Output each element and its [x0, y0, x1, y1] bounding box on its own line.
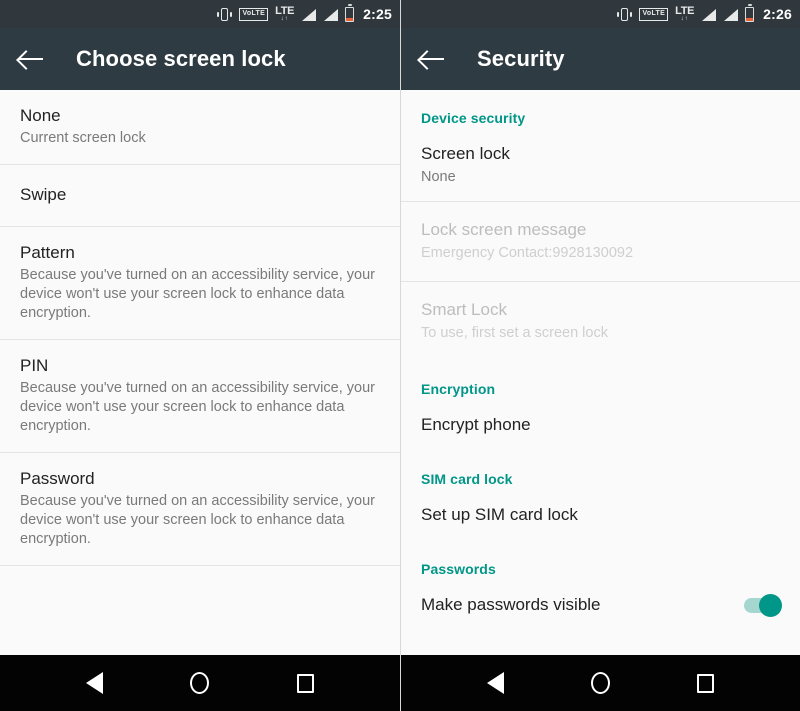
lock-option-swipe[interactable]: Swipe [0, 165, 400, 227]
page-title: Security [477, 46, 565, 71]
pref-encrypt-phone[interactable]: Encrypt phone [401, 405, 800, 451]
lock-option-subtitle: Because you've turned on an accessibilit… [20, 380, 375, 434]
lock-option-subtitle: Because you've turned on an accessibilit… [20, 493, 375, 547]
lock-option-title: Pattern [20, 243, 75, 262]
toggle-knob [759, 593, 782, 617]
left-status-bar: VoLTE LTE ↓↑ 2:25 [0, 0, 400, 28]
right-phone-screen: VoLTE LTE ↓↑ 2:26 Security Device securi… [400, 0, 800, 711]
right-status-icons: VoLTE LTE ↓↑ [617, 6, 755, 23]
vibrate-icon [217, 7, 233, 22]
status-bar-clock: 2:25 [363, 6, 392, 22]
lte-icon: LTE ↓↑ [275, 6, 294, 23]
signal-icon-sim1 [701, 8, 717, 21]
lte-data-arrows: ↓↑ [280, 16, 289, 22]
lock-option-pin[interactable]: PIN Because you've turned on an accessib… [0, 340, 400, 453]
nav-home-button[interactable] [579, 661, 623, 705]
lock-option-password[interactable]: Password Because you've turned on an acc… [0, 453, 400, 566]
lte-data-arrows: ↓↑ [680, 16, 689, 22]
pref-title: Set up SIM card lock [421, 505, 578, 524]
left-navigation-bar [0, 655, 400, 711]
volte-icon: VoLTE [639, 7, 669, 21]
battery-icon [745, 6, 755, 22]
signal-icon-sim2 [323, 8, 339, 21]
lock-option-title: PIN [20, 356, 49, 375]
nav-recents-button[interactable] [684, 661, 728, 705]
pref-title: Make passwords visible [421, 595, 601, 614]
pref-title: Smart Lock [421, 300, 507, 319]
pref-set-up-sim-card-lock[interactable]: Set up SIM card lock [401, 495, 800, 541]
back-triangle-icon [86, 672, 104, 694]
right-status-bar: VoLTE LTE ↓↑ 2:26 [401, 0, 800, 28]
pref-summary: Emergency Contact:9928130092 [421, 245, 634, 261]
nav-recents-button[interactable] [283, 661, 327, 705]
lock-option-title: Swipe [20, 185, 67, 204]
lock-option-none[interactable]: None Current screen lock [0, 90, 400, 165]
left-phone-screen: VoLTE LTE ↓↑ 2:25 Choose screen lock Non… [0, 0, 400, 711]
status-bar-clock: 2:26 [763, 6, 792, 22]
pref-summary: To use, first set a screen lock [421, 325, 608, 341]
section-header-encryption: Encryption [421, 381, 496, 397]
right-app-bar: Security [401, 28, 800, 90]
volte-icon: VoLTE [239, 7, 269, 21]
back-arrow-icon[interactable] [18, 46, 44, 72]
make-passwords-visible-toggle[interactable] [744, 593, 782, 617]
signal-icon-sim1 [301, 8, 317, 21]
nav-back-button[interactable] [73, 661, 117, 705]
page-title: Choose screen lock [76, 46, 286, 71]
home-circle-icon [190, 672, 210, 694]
security-settings-list: Device security Screen lock None Lock sc… [401, 90, 800, 655]
lock-option-title: None [20, 106, 61, 125]
pref-make-passwords-visible[interactable]: Make passwords visible [401, 585, 800, 631]
choose-screen-lock-list: None Current screen lock Swipe Pattern B… [0, 90, 400, 655]
signal-icon-sim2 [723, 8, 739, 21]
lte-icon: LTE ↓↑ [675, 6, 694, 23]
left-status-icons: VoLTE LTE ↓↑ [217, 6, 355, 23]
pref-summary: None [421, 169, 456, 185]
lock-option-title: Password [20, 469, 95, 488]
pref-smart-lock[interactable]: Smart Lock To use, first set a screen lo… [401, 282, 800, 361]
lock-option-pattern[interactable]: Pattern Because you've turned on an acce… [0, 227, 400, 340]
section-header-device-security: Device security [421, 110, 526, 126]
nav-back-button[interactable] [474, 661, 518, 705]
recents-square-icon [296, 673, 314, 693]
lock-option-subtitle: Because you've turned on an accessibilit… [20, 267, 375, 321]
section-header-passwords: Passwords [421, 561, 496, 577]
pref-title: Lock screen message [421, 220, 587, 239]
back-arrow-icon[interactable] [419, 46, 445, 72]
pref-title: Encrypt phone [421, 415, 531, 434]
back-triangle-icon [487, 672, 504, 694]
section-header-sim-card-lock: SIM card lock [421, 471, 513, 487]
vibrate-icon [617, 7, 633, 22]
recents-square-icon [697, 673, 714, 693]
lock-option-subtitle: Current screen lock [20, 130, 146, 146]
pref-title: Screen lock [421, 144, 510, 163]
home-circle-icon [591, 672, 610, 694]
battery-icon [345, 6, 355, 22]
nav-home-button[interactable] [178, 661, 222, 705]
left-app-bar: Choose screen lock [0, 28, 400, 90]
pref-lock-screen-message[interactable]: Lock screen message Emergency Contact:99… [401, 202, 800, 282]
right-navigation-bar [401, 655, 800, 711]
dual-screenshot-container: VoLTE LTE ↓↑ 2:25 Choose screen lock Non… [0, 0, 800, 711]
pref-screen-lock[interactable]: Screen lock None [401, 134, 800, 202]
